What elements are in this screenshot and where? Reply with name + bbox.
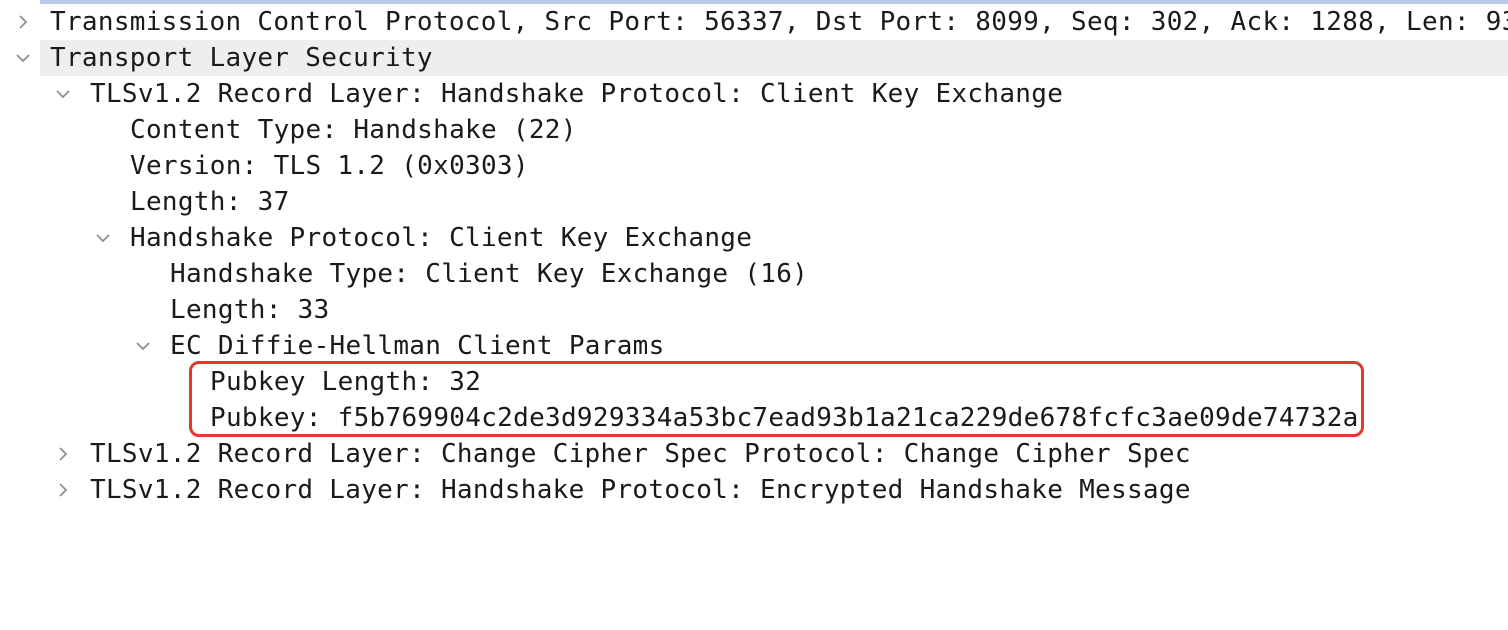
tree-label-ecdh: EC Diffie-Hellman Client Params — [170, 331, 665, 361]
chevron-down-icon[interactable] — [52, 76, 74, 112]
tree-row-tcp[interactable]: Transmission Control Protocol, Src Port:… — [0, 4, 1508, 40]
tree-label-pubkey-length: Pubkey Length: 32 — [210, 367, 482, 397]
tree-label-record2: TLSv1.2 Record Layer: Change Cipher Spec… — [90, 439, 1191, 469]
packet-details-tree: Transmission Control Protocol, Src Port:… — [0, 4, 1508, 508]
tree-row-pubkey[interactable]: Pubkey: f5b769904c2de3d929334a53bc7ead93… — [0, 400, 1508, 436]
tree-row-record-encrypted-handshake[interactable]: TLSv1.2 Record Layer: Handshake Protocol… — [0, 472, 1508, 508]
tree-row-record-client-key-exchange[interactable]: TLSv1.2 Record Layer: Handshake Protocol… — [0, 76, 1508, 112]
tree-row-length-37[interactable]: Length: 37 — [0, 184, 1508, 220]
tree-label-content-type: Content Type: Handshake (22) — [130, 115, 577, 145]
tree-row-content-type[interactable]: Content Type: Handshake (22) — [0, 112, 1508, 148]
tree-row-handshake-type[interactable]: Handshake Type: Client Key Exchange (16) — [0, 256, 1508, 292]
tree-label-pubkey: Pubkey: f5b769904c2de3d929334a53bc7ead93… — [210, 403, 1359, 433]
tree-label-record1: TLSv1.2 Record Layer: Handshake Protocol… — [90, 79, 1064, 109]
chevron-down-icon[interactable] — [132, 328, 154, 364]
tree-row-record-change-cipher-spec[interactable]: TLSv1.2 Record Layer: Change Cipher Spec… — [0, 436, 1508, 472]
tree-row-pubkey-length[interactable]: Pubkey Length: 32 — [0, 364, 1508, 400]
chevron-right-icon[interactable] — [52, 472, 74, 508]
tree-label-length1: Length: 37 — [130, 187, 290, 217]
tree-label-version: Version: TLS 1.2 (0x0303) — [130, 151, 529, 181]
chevron-down-icon[interactable] — [92, 220, 114, 256]
tree-row-tls[interactable]: Transport Layer Security — [16, 40, 1508, 76]
tree-label-tls: Transport Layer Security — [50, 43, 433, 73]
tree-label-handshake: Handshake Protocol: Client Key Exchange — [130, 223, 753, 253]
chevron-down-icon[interactable] — [12, 40, 34, 76]
tree-row-version[interactable]: Version: TLS 1.2 (0x0303) — [0, 148, 1508, 184]
tree-label-record3: TLSv1.2 Record Layer: Handshake Protocol… — [90, 475, 1191, 505]
tree-label-handshake-type: Handshake Type: Client Key Exchange (16) — [170, 259, 809, 289]
tree-row-ecdh-params[interactable]: EC Diffie-Hellman Client Params — [0, 328, 1508, 364]
chevron-right-icon[interactable] — [52, 436, 74, 472]
tree-label-tcp: Transmission Control Protocol, Src Port:… — [50, 7, 1508, 37]
tree-row-length-33[interactable]: Length: 33 — [0, 292, 1508, 328]
chevron-right-icon[interactable] — [12, 4, 34, 40]
tree-row-handshake-protocol[interactable]: Handshake Protocol: Client Key Exchange — [0, 220, 1508, 256]
tree-label-length2: Length: 33 — [170, 295, 330, 325]
